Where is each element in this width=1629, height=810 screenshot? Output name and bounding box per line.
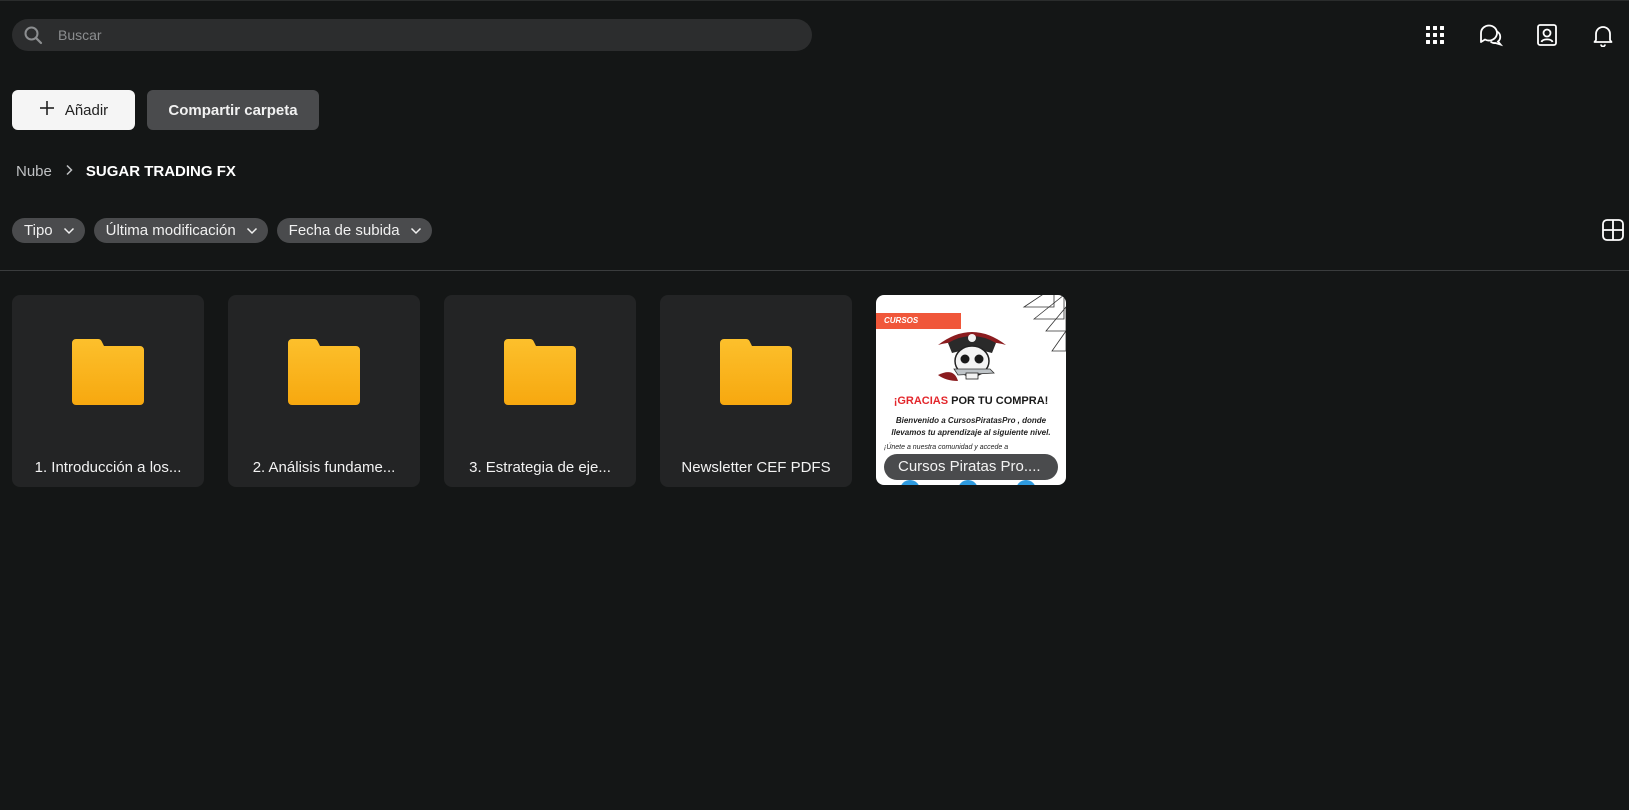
folder-card[interactable]: 3. Estrategia de eje... [444, 295, 636, 487]
filter-bar: Tipo Última modificación Fecha de subida [12, 218, 432, 243]
filter-upload-date[interactable]: Fecha de subida [276, 218, 432, 243]
folder-card[interactable]: Newsletter CEF PDFS [660, 295, 852, 487]
filter-label: Última modificación [105, 222, 236, 239]
add-button-label: Añadir [64, 101, 109, 119]
item-name: 2. Análisis fundame... [252, 459, 396, 476]
contact-icon[interactable] [1531, 19, 1563, 51]
folder-icon [504, 338, 576, 410]
folder-icon [72, 338, 144, 410]
chevron-right-icon [64, 163, 74, 180]
pirate-skull-logo [934, 323, 1010, 392]
social-dot-icon [1016, 480, 1036, 485]
chevron-down-icon [410, 222, 422, 239]
plus-icon [39, 100, 55, 120]
folder-card[interactable]: 2. Análisis fundame... [228, 295, 420, 487]
image-card[interactable]: CURSOS ACTUALIZADOS ¡GRACIAS POR TU COMP… [876, 295, 1066, 485]
file-grid: 1. Introducción a los... 2. Análisis fun… [12, 295, 1066, 487]
chat-icon[interactable] [1475, 19, 1507, 51]
search-input[interactable] [58, 27, 758, 43]
bell-icon[interactable] [1587, 19, 1619, 51]
social-dot-icon [958, 480, 978, 485]
folder-icon [288, 338, 360, 410]
apps-grid-icon[interactable] [1419, 19, 1451, 51]
filter-label: Tipo [24, 222, 53, 239]
search-bar[interactable] [12, 19, 812, 51]
thumbnail-subtitle-line: ¡Únete a nuestra comunidad y accede a [884, 444, 1009, 451]
add-button[interactable]: Añadir [12, 90, 135, 130]
breadcrumb-current: SUGAR TRADING FX [85, 163, 236, 180]
share-folder-label: Compartir carpeta [168, 101, 298, 119]
social-dot-icon [900, 480, 920, 485]
item-name: 3. Estrategia de eje... [469, 459, 611, 476]
item-name: Newsletter CEF PDFS [681, 459, 831, 476]
folder-icon [720, 338, 792, 410]
filter-type[interactable]: Tipo [12, 218, 85, 243]
divider [0, 270, 1629, 271]
corner-triangles-graphic [1006, 295, 1066, 360]
breadcrumb-root[interactable]: Nube [16, 163, 52, 180]
filter-last-modified[interactable]: Última modificación [93, 218, 268, 243]
chevron-down-icon [246, 222, 258, 239]
headline-rest: POR TU COMPRA! [948, 395, 1049, 407]
subtitle-line: llevamos tu aprendizaje al siguiente niv… [891, 428, 1051, 437]
action-buttons: Añadir Compartir carpeta [12, 90, 319, 130]
chevron-down-icon [63, 222, 75, 239]
thumbnail-headline: ¡GRACIAS POR TU COMPRA! [876, 395, 1066, 407]
item-name: Cursos Piratas Pro.... [884, 454, 1058, 480]
grid-view-icon[interactable] [1601, 218, 1627, 244]
item-name: 1. Introducción a los... [34, 459, 182, 476]
top-icons [1419, 19, 1619, 51]
headline-red-part: ¡GRACIAS [893, 395, 949, 407]
subtitle-line: Bienvenido a CursosPiratasPro , donde [895, 416, 1047, 425]
folder-card[interactable]: 1. Introducción a los... [12, 295, 204, 487]
thumbnail-subtitle: Bienvenido a CursosPiratasPro , donde ll… [876, 415, 1066, 439]
share-folder-button[interactable]: Compartir carpeta [147, 90, 319, 130]
top-bar [0, 0, 1629, 66]
filter-label: Fecha de subida [288, 222, 400, 239]
search-icon [22, 24, 44, 46]
breadcrumb: Nube SUGAR TRADING FX [16, 163, 236, 180]
